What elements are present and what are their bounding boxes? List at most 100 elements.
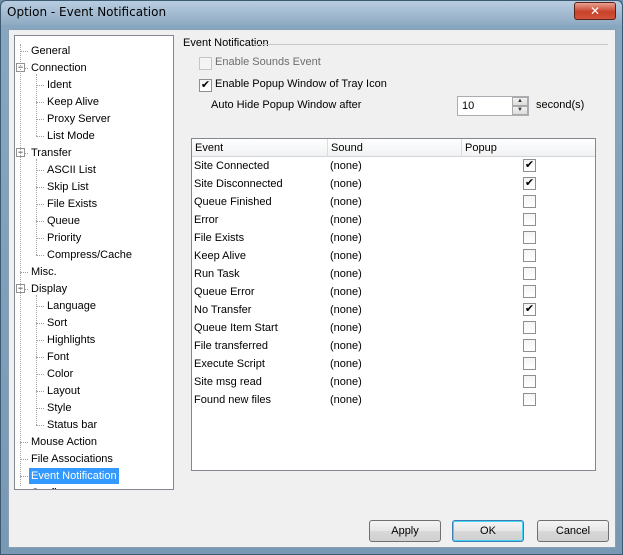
popup-checkbox[interactable] xyxy=(523,321,536,334)
sound-cell[interactable]: (none) xyxy=(328,247,362,265)
tree-item[interactable]: General xyxy=(29,43,72,59)
sound-cell[interactable]: (none) xyxy=(328,391,362,409)
event-cell: Queue Item Start xyxy=(194,322,278,334)
column-header-event[interactable]: Event xyxy=(192,139,328,157)
spin-down-button[interactable]: ▼ xyxy=(512,106,528,115)
popup-checkbox[interactable]: ✔ xyxy=(523,177,536,190)
sound-cell[interactable]: (none) xyxy=(328,319,362,337)
popup-checkbox[interactable] xyxy=(523,213,536,226)
table-row[interactable]: No Transfer (none) ✔ xyxy=(192,301,595,319)
spin-up-button[interactable]: ▲ xyxy=(512,97,528,106)
tree-item[interactable]: Confirm xyxy=(29,485,72,489)
sound-cell[interactable]: (none) xyxy=(328,193,362,211)
tree-item[interactable]: File Associations xyxy=(29,451,115,467)
arrow-up-icon: ▲ xyxy=(517,98,523,104)
sound-cell[interactable]: (none) xyxy=(328,337,362,355)
sound-cell[interactable]: (none) xyxy=(328,265,362,283)
table-row[interactable]: File transferred (none) xyxy=(192,337,595,355)
tree-item[interactable]: Style xyxy=(45,400,73,416)
group-divider xyxy=(253,44,608,45)
sound-cell[interactable]: (none) xyxy=(328,283,362,301)
column-header-popup[interactable]: Popup xyxy=(462,139,595,157)
column-header-sound[interactable]: Sound xyxy=(328,139,462,157)
event-table[interactable]: Event Sound Popup Site Connected (none) ✔ S… xyxy=(191,138,596,471)
table-row[interactable]: Found new files (none) xyxy=(192,391,595,409)
tree-item[interactable]: Font xyxy=(45,349,71,365)
tree-item[interactable]: Language xyxy=(45,298,98,314)
sound-cell[interactable]: (none) xyxy=(328,175,362,193)
tree-connector xyxy=(20,44,21,486)
table-row[interactable]: Queue Finished (none) xyxy=(192,193,595,211)
popup-checkbox[interactable] xyxy=(523,231,536,244)
checkmark-icon: ✔ xyxy=(524,303,535,315)
tree-item[interactable]: Sort xyxy=(45,315,69,331)
table-row[interactable]: Execute Script (none) xyxy=(192,355,595,373)
table-row[interactable]: Site msg read (none) xyxy=(192,373,595,391)
tree-item[interactable]: Skip List xyxy=(45,179,91,195)
enable-popup-checkbox[interactable]: ✔ xyxy=(199,79,212,92)
popup-checkbox[interactable] xyxy=(523,195,536,208)
sound-cell[interactable]: (none) xyxy=(328,301,362,319)
tree-connector xyxy=(36,408,44,409)
tree-item[interactable]: Highlights xyxy=(45,332,97,348)
sound-cell[interactable]: (none) xyxy=(328,157,362,175)
sound-cell[interactable]: (none) xyxy=(328,373,362,391)
popup-checkbox[interactable] xyxy=(523,267,536,280)
tree-item[interactable]: Compress/Cache xyxy=(45,247,134,263)
tree-item[interactable]: Misc. xyxy=(29,264,59,280)
tree-item[interactable]: Connection xyxy=(29,60,89,76)
tree-item[interactable]: Event Notification xyxy=(29,468,119,484)
tree-item[interactable]: ASCII List xyxy=(45,162,98,178)
tree-connector xyxy=(36,391,44,392)
tree-item[interactable]: Ident xyxy=(45,77,73,93)
sound-cell[interactable]: (none) xyxy=(328,229,362,247)
table-row[interactable]: Queue Item Start (none) xyxy=(192,319,595,337)
cancel-button[interactable]: Cancel xyxy=(537,520,609,542)
ok-button[interactable]: OK xyxy=(452,520,524,542)
table-row[interactable]: Keep Alive (none) xyxy=(192,247,595,265)
table-row[interactable]: Site Disconnected (none) ✔ xyxy=(192,175,595,193)
tree-item[interactable]: Priority xyxy=(45,230,83,246)
popup-checkbox[interactable] xyxy=(523,393,536,406)
group-title: Event Notification xyxy=(183,37,269,49)
tree-item[interactable]: Display xyxy=(29,281,69,297)
table-row[interactable]: File Exists (none) xyxy=(192,229,595,247)
tree-item[interactable]: Proxy Server xyxy=(45,111,113,127)
apply-button[interactable]: Apply xyxy=(369,520,441,542)
tree-connector xyxy=(36,306,44,307)
tree-connector xyxy=(20,51,28,52)
tree-connector xyxy=(36,238,44,239)
title-bar[interactable]: Option - Event Notification ✕ xyxy=(1,1,622,25)
popup-checkbox[interactable] xyxy=(523,375,536,388)
sound-cell[interactable]: (none) xyxy=(328,211,362,229)
event-cell: Site Connected xyxy=(194,160,270,172)
checkmark-icon: ✔ xyxy=(200,79,211,91)
tree-item[interactable]: Status bar xyxy=(45,417,99,433)
table-row[interactable]: Run Task (none) xyxy=(192,265,595,283)
tree-item[interactable]: Queue xyxy=(45,213,82,229)
table-row[interactable]: Queue Error (none) xyxy=(192,283,595,301)
tree-item[interactable]: List Mode xyxy=(45,128,97,144)
tree-item[interactable]: File Exists xyxy=(45,196,99,212)
tree-item[interactable]: Mouse Action xyxy=(29,434,99,450)
cancel-label: Cancel xyxy=(555,525,591,537)
popup-checkbox[interactable]: ✔ xyxy=(523,303,536,316)
popup-checkbox[interactable] xyxy=(523,339,536,352)
close-button[interactable]: ✕ xyxy=(574,2,616,20)
event-cell: Keep Alive xyxy=(194,250,246,262)
popup-checkbox[interactable] xyxy=(523,357,536,370)
table-row[interactable]: Error (none) xyxy=(192,211,595,229)
auto-hide-input[interactable] xyxy=(458,97,510,115)
enable-sounds-checkbox[interactable] xyxy=(199,57,212,70)
tree-item[interactable]: Color xyxy=(45,366,75,382)
tree-connector xyxy=(20,442,28,443)
popup-checkbox[interactable]: ✔ xyxy=(523,159,536,172)
popup-checkbox[interactable] xyxy=(523,285,536,298)
sound-cell[interactable]: (none) xyxy=(328,355,362,373)
options-tree[interactable]: General − Connection Ident Keep Alive Proxy S… xyxy=(14,35,174,490)
tree-connector xyxy=(36,357,44,358)
popup-checkbox[interactable] xyxy=(523,249,536,262)
tree-item[interactable]: Keep Alive xyxy=(45,94,101,110)
tree-item[interactable]: Layout xyxy=(45,383,82,399)
table-row[interactable]: Site Connected (none) ✔ xyxy=(192,157,595,175)
